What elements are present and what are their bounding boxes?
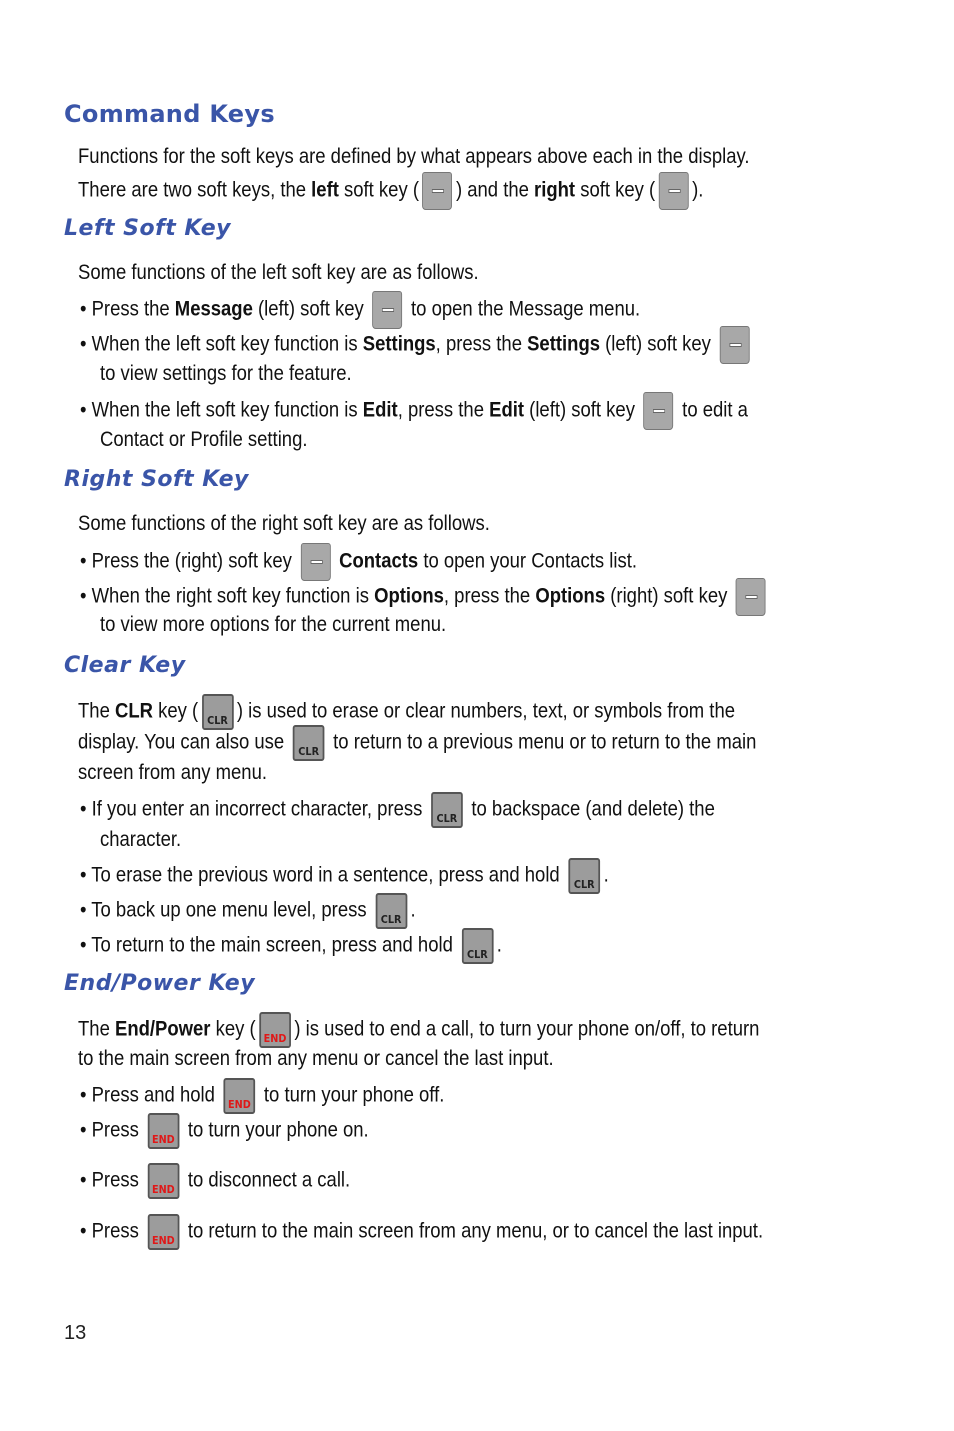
clr-key-icon: CLR [292, 725, 325, 761]
end-key-icon: END [223, 1078, 256, 1114]
left-soft-key-icon [719, 326, 750, 364]
right-soft-key-icon [735, 578, 766, 616]
list-item: • Press END to turn your phone on. [80, 1113, 369, 1149]
left-soft-key-icon [643, 392, 674, 430]
list-item: • To back up one menu level, press CLR. [80, 893, 416, 929]
list-item-cont: to view settings for the feature. [100, 362, 352, 385]
left-soft-key-icon [422, 172, 453, 210]
list-item-cont: Contact or Profile setting. [100, 428, 308, 451]
list-item: • Press END to return to the main screen… [80, 1214, 763, 1250]
clr-key-icon: CLR [375, 893, 407, 929]
list-item: • Press the (right) soft key Contacts to… [80, 543, 637, 581]
clr-key-icon: CLR [568, 858, 601, 894]
list-item: • If you enter an incorrect character, p… [80, 792, 715, 828]
paragraph: Some functions of the right soft key are… [78, 512, 490, 535]
list-item: • To erase the previous word in a senten… [80, 858, 609, 894]
paragraph: Functions for the soft keys are defined … [78, 145, 750, 168]
heading-end-power-key: End/Power Key [64, 971, 256, 996]
right-soft-key-icon [300, 543, 331, 581]
heading-clear-key: Clear Key [64, 653, 186, 678]
list-item-cont: to view more options for the current men… [100, 613, 447, 636]
list-item: • Press and hold END to turn your phone … [80, 1078, 444, 1114]
list-item: • Press the Message (left) soft key to o… [80, 291, 640, 329]
list-item: • To return to the main screen, press an… [80, 928, 502, 964]
end-key-icon: END [147, 1113, 180, 1149]
page-number: 13 [64, 1322, 87, 1344]
heading-right-soft-key: Right Soft Key [64, 467, 249, 492]
manual-page: Command Keys Functions for the soft keys… [0, 0, 954, 1431]
clr-key-icon: CLR [431, 792, 463, 828]
right-soft-key-icon [658, 172, 689, 210]
list-item: • Press END to disconnect a call. [80, 1163, 350, 1199]
end-key-icon: END [147, 1163, 180, 1199]
list-item-cont: character. [100, 828, 182, 851]
end-key-icon: END [147, 1214, 180, 1250]
heading-left-soft-key: Left Soft Key [64, 216, 231, 241]
paragraph: Some functions of the left soft key are … [78, 261, 479, 284]
heading-command-keys: Command Keys [64, 100, 275, 128]
paragraph: display. You can also use CLR to return … [78, 725, 756, 761]
paragraph: There are two soft keys, the left soft k… [78, 172, 703, 210]
left-soft-key-icon [372, 291, 403, 329]
clr-key-icon: CLR [461, 928, 494, 964]
paragraph: screen from any menu. [78, 761, 267, 784]
paragraph: to the main screen from any menu or canc… [78, 1047, 554, 1070]
